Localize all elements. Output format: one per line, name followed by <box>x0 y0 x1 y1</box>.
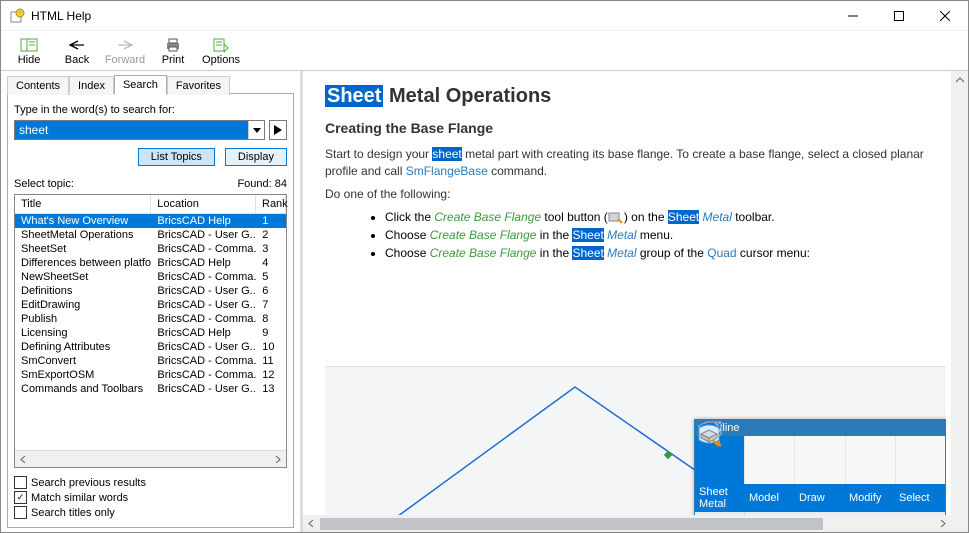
content-vscroll[interactable] <box>951 71 968 515</box>
forward-icon <box>116 36 134 54</box>
scroll-right-icon[interactable] <box>934 515 951 532</box>
quad-label: Sheet Metal <box>695 484 745 512</box>
quad-label: Select <box>895 484 945 512</box>
result-row[interactable]: NewSheetSetBricsCAD - Comma...5 <box>15 270 286 284</box>
search-previous-label: Search previous results <box>31 477 146 489</box>
result-row[interactable]: Commands and ToolbarsBricsCAD - User G..… <box>15 382 286 396</box>
quad-tool-select[interactable] <box>896 436 945 484</box>
result-row[interactable]: PublishBricsCAD - Comma...8 <box>15 312 286 326</box>
tab-contents[interactable]: Contents <box>7 76 69 95</box>
quad-label: Modify <box>845 484 895 512</box>
titles-only-label: Search titles only <box>31 507 115 519</box>
minimize-button[interactable] <box>830 1 876 31</box>
search-label: Type in the word(s) to search for: <box>14 104 287 116</box>
options-icon <box>212 36 230 54</box>
found-count: Found: 84 <box>237 178 287 190</box>
print-icon <box>164 36 182 54</box>
quad-header: Polyline <box>695 420 945 436</box>
col-title[interactable]: Title <box>15 195 151 213</box>
hide-button[interactable]: Hide <box>5 33 53 69</box>
back-icon <box>68 36 86 54</box>
paragraph: Start to design your sheet metal part wi… <box>325 146 946 180</box>
scroll-left-icon[interactable] <box>15 451 32 468</box>
print-button[interactable]: Print <box>149 33 197 69</box>
results-list[interactable]: Title Location Rank What's New OverviewB… <box>14 194 287 468</box>
options-button[interactable]: Options <box>197 33 245 69</box>
toolbar: Hide Back Forward Print Options <box>1 31 968 71</box>
display-button[interactable]: Display <box>225 148 287 166</box>
result-row[interactable]: DefinitionsBricsCAD - User G...6 <box>15 284 286 298</box>
result-row[interactable]: SmExportOSMBricsCAD - Comma...12 <box>15 368 286 382</box>
tab-favorites[interactable]: Favorites <box>167 76 230 95</box>
list-item: Choose Create Base Flange in the Sheet M… <box>385 226 946 244</box>
tab-index[interactable]: Index <box>69 76 114 95</box>
quad-tool-modify[interactable] <box>846 436 896 484</box>
search-input[interactable] <box>15 121 248 139</box>
search-combo[interactable] <box>14 120 265 140</box>
svg-text:?: ? <box>18 11 22 18</box>
page-title: Sheet Metal Operations <box>325 85 946 108</box>
link-quad[interactable]: Quad <box>707 246 736 260</box>
search-go-button[interactable] <box>269 120 287 140</box>
col-rank[interactable]: Rank <box>256 195 286 213</box>
results-hscroll[interactable] <box>15 450 286 467</box>
navigation-pane: Contents Index Search Favorites Type in … <box>1 71 303 532</box>
list-topics-button[interactable]: List Topics <box>138 148 215 166</box>
scroll-right-icon[interactable] <box>269 451 286 468</box>
hide-icon <box>19 36 39 54</box>
close-button[interactable] <box>922 1 968 31</box>
quad-label: Draw <box>795 484 845 512</box>
result-row[interactable]: What's New OverviewBricsCAD Help1 <box>15 214 286 228</box>
result-row[interactable]: SmConvertBricsCAD - Comma...11 <box>15 354 286 368</box>
scroll-up-icon[interactable] <box>951 71 968 88</box>
content-pane: Sheet Metal Operations Creating the Base… <box>303 71 968 532</box>
scroll-left-icon[interactable] <box>303 515 320 532</box>
titlebar: ? HTML Help <box>1 1 968 31</box>
result-row[interactable]: Differences between platfor...BricsCAD H… <box>15 256 286 270</box>
col-location[interactable]: Location <box>151 195 256 213</box>
paragraph: Do one of the following: <box>325 186 946 203</box>
search-previous-checkbox[interactable] <box>14 476 27 489</box>
tab-search[interactable]: Search <box>114 75 167 94</box>
result-row[interactable]: SheetMetal OperationsBricsCAD - User G..… <box>15 228 286 242</box>
list-item: Click the Create Base Flange tool button… <box>385 208 946 226</box>
maximize-button[interactable] <box>876 1 922 31</box>
quad-tool-draw[interactable] <box>795 436 845 484</box>
match-similar-label: Match similar words <box>31 492 128 504</box>
scroll-corner <box>951 515 968 532</box>
app-icon: ? <box>9 8 25 24</box>
quad-label: Model <box>745 484 795 512</box>
diagram-area: Polyline Sheet Metal Model Draw Modify S… <box>325 366 946 532</box>
back-button[interactable]: Back <box>53 33 101 69</box>
select-topic-label: Select topic: <box>14 178 237 190</box>
content-hscroll[interactable] <box>303 515 951 532</box>
window-title: HTML Help <box>31 9 830 23</box>
forward-button[interactable]: Forward <box>101 33 149 69</box>
link-smflangebase[interactable]: SmFlangeBase <box>406 164 488 178</box>
dropdown-icon[interactable] <box>248 121 264 139</box>
quad-tool-model[interactable] <box>745 436 795 484</box>
scroll-thumb[interactable] <box>320 518 823 530</box>
result-row[interactable]: Defining AttributesBricsCAD - User G...1… <box>15 340 286 354</box>
result-row[interactable]: LicensingBricsCAD Help9 <box>15 326 286 340</box>
tool-icon <box>608 210 624 224</box>
section-heading: Creating the Base Flange <box>325 120 946 136</box>
result-row[interactable]: EditDrawingBricsCAD - User G...7 <box>15 298 286 312</box>
match-similar-checkbox[interactable]: ✓ <box>14 491 27 504</box>
result-row[interactable]: SheetSetBricsCAD - Comma...3 <box>15 242 286 256</box>
list-item: Choose Create Base Flange in the Sheet M… <box>385 244 946 262</box>
titles-only-checkbox[interactable] <box>14 506 27 519</box>
